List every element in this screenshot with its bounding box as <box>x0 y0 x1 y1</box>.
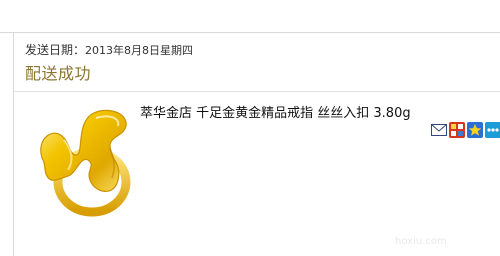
product-title[interactable]: 萃华金店 千足金黄金精品戒指 丝丝入扣 3.80g <box>140 102 411 121</box>
left-border <box>13 33 14 256</box>
star-icon[interactable] <box>467 122 483 138</box>
send-date: 发送日期：2013年8月8日星期四 <box>25 41 193 58</box>
product-action-icons <box>431 122 500 138</box>
product-image[interactable] <box>30 100 140 220</box>
share-icon[interactable] <box>449 122 465 138</box>
more-icon[interactable] <box>485 122 500 138</box>
top-divider <box>0 32 500 33</box>
gold-ring-image <box>40 109 131 217</box>
mail-icon[interactable] <box>431 122 447 138</box>
section-divider <box>14 91 500 92</box>
delivery-status: 配送成功 <box>25 64 92 83</box>
send-date-value: 2013年8月8日星期四 <box>85 44 194 57</box>
send-date-label: 发送日期： <box>25 43 86 57</box>
watermark: hoxiu.com <box>395 236 447 247</box>
